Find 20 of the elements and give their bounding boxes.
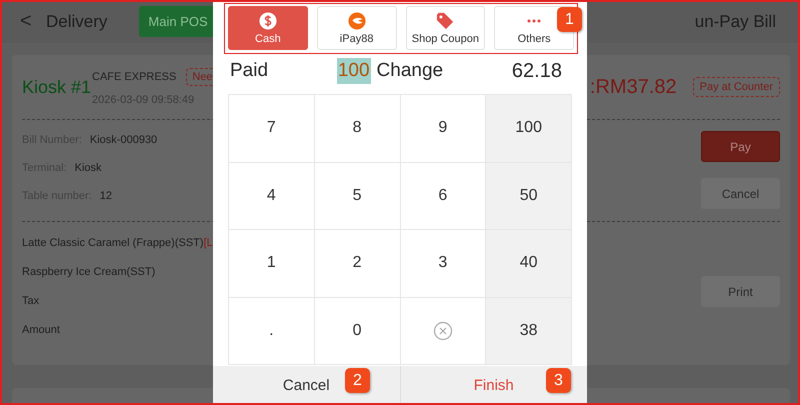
item-name: Raspberry Ice Cream(SST) [22,266,156,278]
page-title: un-Pay Bill [694,12,776,32]
item-name: Amount [22,324,61,336]
step-tooltip: 3 [546,368,571,393]
field-value: Kiosk-000930 [90,134,158,146]
page-title: Delivery [46,12,108,32]
step-tooltip: 2 [345,368,370,393]
change-label: Change [376,60,444,82]
paid-label: Paid [230,60,268,82]
item-note: [L [204,237,213,249]
store-name: CAFE EXPRESS [92,71,176,83]
field-value: 12 [100,190,112,202]
change-amount: 62.18 [512,60,562,82]
item-name: Tax [22,295,40,307]
total-amount: :RM37.82 [590,76,677,98]
item-name: Latte Classic Caramel (Frappe)(SST) [22,237,204,249]
step-tooltip: 1 [557,7,582,32]
order-name: Kiosk #1 [22,76,92,98]
field-value: Kiosk [74,162,102,174]
payment-badge: Pay at Counter [692,77,780,97]
